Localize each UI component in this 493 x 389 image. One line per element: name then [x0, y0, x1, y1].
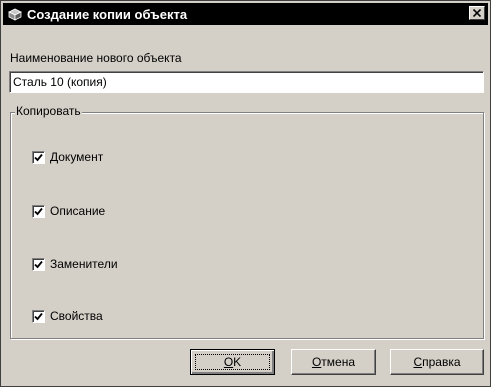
properties-checkbox[interactable] — [32, 309, 45, 323]
properties-checkbox-label: Свойства — [50, 309, 103, 323]
checkmark-icon — [34, 207, 43, 215]
checkbox-description[interactable]: Описание — [32, 204, 105, 218]
checkmark-icon — [34, 153, 43, 161]
checkbox-document[interactable]: Документ — [32, 150, 103, 164]
checkmark-icon — [34, 312, 43, 320]
dialog-title: Создание копии объекта — [27, 6, 188, 22]
substitutes-checkbox[interactable] — [32, 257, 45, 271]
close-button[interactable] — [469, 6, 485, 20]
description-checkbox[interactable] — [32, 204, 45, 218]
substitutes-checkbox-label: Заменители — [50, 257, 118, 271]
copy-options-group — [10, 112, 484, 339]
copy-object-dialog: Создание копии объекта Наименование ново… — [0, 0, 491, 387]
title-bar[interactable]: Создание копии объекта — [3, 3, 488, 25]
document-checkbox-label: Документ — [50, 150, 104, 164]
copy-options-legend: Копировать — [15, 104, 82, 118]
document-checkbox[interactable] — [32, 150, 45, 164]
cancel-button-label: Отмена — [311, 355, 356, 369]
help-button-label: Справка — [413, 355, 461, 369]
close-icon — [473, 9, 481, 17]
ok-button[interactable]: OK — [190, 349, 275, 375]
cancel-button[interactable]: Отмена — [291, 349, 376, 375]
checkbox-properties[interactable]: Свойства — [32, 309, 103, 323]
copy-object-icon — [7, 6, 23, 22]
help-button[interactable]: Справка — [390, 349, 484, 375]
new-object-name-input[interactable] — [9, 71, 484, 93]
checkbox-substitutes[interactable]: Заменители — [32, 257, 118, 271]
checkmark-icon — [34, 260, 43, 268]
description-checkbox-label: Описание — [50, 204, 106, 218]
focus-rectangle — [195, 354, 270, 370]
new-object-name-label: Наименование нового объекта — [10, 51, 182, 65]
